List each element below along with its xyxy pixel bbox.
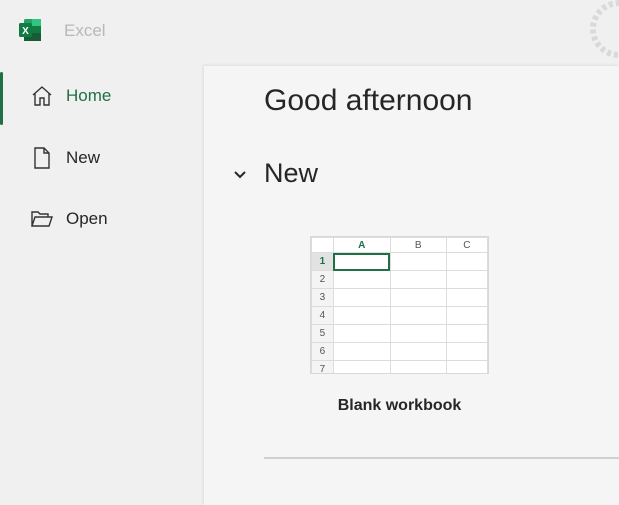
sidebar-item-open[interactable]: Open (0, 194, 200, 244)
row-header: 7 (311, 360, 334, 373)
row-header: 6 (311, 342, 334, 361)
section-title: New (264, 158, 319, 188)
decorative-gear-icon (590, 0, 619, 58)
sidebar-item-label: Home (66, 86, 112, 105)
new-section-toggle[interactable]: New (232, 158, 318, 189)
new-document-icon (34, 147, 50, 169)
chevron-down-icon (234, 170, 246, 178)
column-header: A (332, 237, 391, 253)
sidebar-item-label: Open (66, 209, 108, 228)
greeting-heading: Good afternoon (264, 84, 473, 117)
excel-logo: X (19, 19, 41, 41)
row-header: 4 (311, 306, 334, 325)
main-panel: Good afternoon New A B C 1 2 3 4 5 6 7 B… (204, 66, 619, 505)
corner-cell (311, 237, 334, 253)
column-header: C (445, 237, 488, 253)
svg-text:X: X (22, 26, 29, 37)
selected-cell (332, 252, 391, 271)
section-divider (264, 457, 619, 459)
column-header: B (389, 237, 447, 253)
row-header: 2 (311, 270, 334, 289)
row-header: 1 (311, 252, 334, 271)
blank-workbook-thumbnail[interactable]: A B C 1 2 3 4 5 6 7 (310, 236, 489, 374)
blank-workbook-label[interactable]: Blank workbook (310, 397, 489, 415)
open-folder-icon (31, 211, 53, 227)
row-header: 3 (311, 288, 334, 307)
row-header: 5 (311, 324, 334, 343)
sidebar-item-home[interactable]: Home (0, 71, 200, 125)
home-icon (32, 86, 52, 106)
sidebar-item-label: New (66, 148, 101, 167)
spreadsheet-preview: A B C 1 2 3 4 5 6 7 (311, 237, 488, 373)
app-title: Excel (64, 21, 106, 40)
sidebar-item-new[interactable]: New (0, 133, 200, 183)
